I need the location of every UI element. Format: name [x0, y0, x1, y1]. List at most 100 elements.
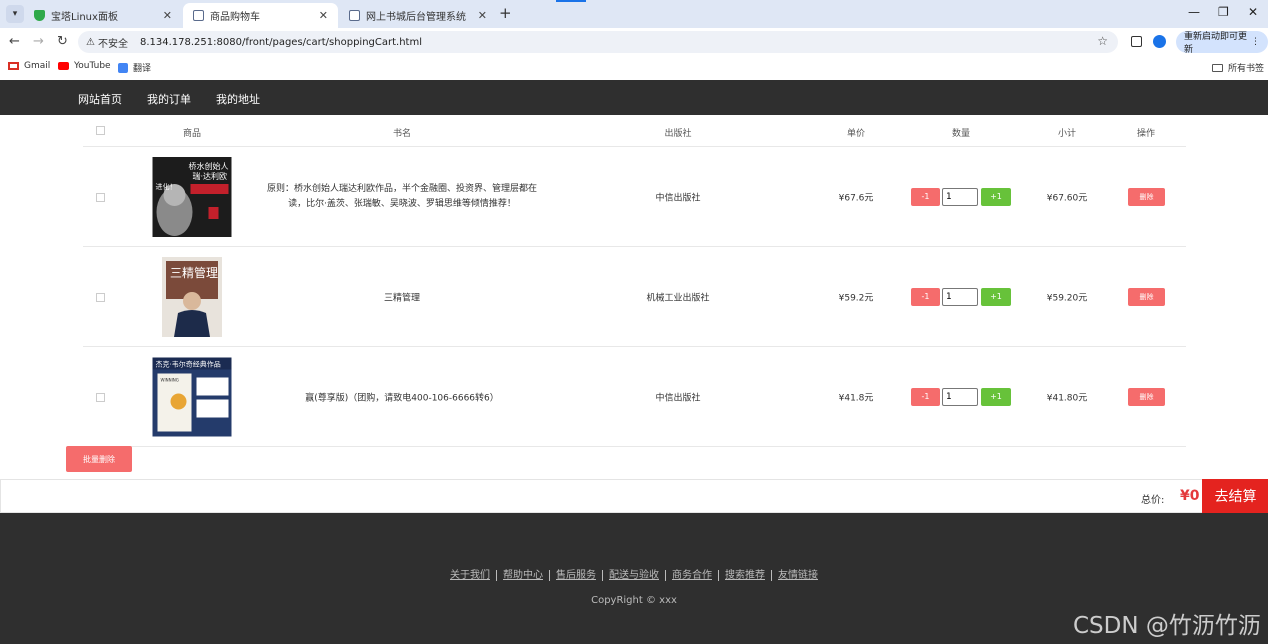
- item-price: ¥67.6元: [838, 193, 874, 203]
- forward-arrow-icon[interactable]: →: [33, 34, 44, 49]
- item-publisher: 机械工业出版社: [646, 293, 710, 303]
- tab-title: 商品购物车: [210, 12, 260, 23]
- side-panel-icon[interactable]: [1131, 36, 1142, 47]
- folder-icon: [1212, 63, 1223, 72]
- quantity-input[interactable]: [942, 287, 978, 306]
- book-cover-sanjing: 三精管理: [162, 256, 222, 337]
- browser-tab-bar: ▾ 宝塔Linux面板 ✕ 商品购物车 ✕ 网上书城后台管理系统 ✕ + — ❐…: [0, 0, 1268, 28]
- footer-link-about[interactable]: 关于我们: [444, 570, 496, 581]
- cover-title: 三精管理: [170, 265, 218, 280]
- item-price: ¥59.2元: [838, 293, 874, 303]
- header-publisher: 出版社: [664, 129, 692, 139]
- decrease-quantity-button[interactable]: -1: [911, 187, 940, 206]
- youtube-icon: [58, 62, 69, 70]
- nav-orders-link[interactable]: 我的订单: [147, 91, 191, 107]
- new-tab-button[interactable]: +: [499, 4, 512, 22]
- footer-link-search[interactable]: 搜索推荐: [718, 570, 771, 581]
- book-cover-winning: 杰克·韦尔奇经典作品 WINNING: [152, 357, 232, 436]
- batch-delete-button[interactable]: 批量删除: [66, 446, 132, 472]
- delete-item-button[interactable]: 删除: [1128, 187, 1165, 206]
- footer-link-delivery[interactable]: 配送与验收: [602, 570, 665, 581]
- item-title: 三精管理: [383, 293, 421, 303]
- cart-row: 桥水创始人 瑞·达利欧 进化！ 原则：桥水创始人瑞达利欧作品，半个金融圈、投资界…: [83, 147, 1186, 247]
- footer-link-aftersales[interactable]: 售后服务: [549, 570, 602, 581]
- row-checkbox[interactable]: [96, 393, 105, 402]
- header-price: 单价: [846, 129, 866, 139]
- window-close-icon[interactable]: ✕: [1248, 5, 1258, 19]
- page-icon: [349, 10, 360, 21]
- cart-row: 三精管理 三精管理 机械工业出版社 ¥59.2元 -1 +1 ¥59.20元 删…: [83, 247, 1186, 347]
- bookmarks-bar: Gmail YouTube 翻译 所有书签: [0, 56, 1268, 78]
- url-text[interactable]: 8.134.178.251:8080/front/pages/cart/shop…: [140, 37, 422, 48]
- header-subtotal: 小计: [1057, 129, 1077, 139]
- tab-shopping-cart[interactable]: 商品购物车 ✕: [183, 3, 338, 28]
- header-product: 商品: [182, 129, 202, 139]
- total-label: 总价:: [1141, 495, 1165, 506]
- increase-quantity-button[interactable]: +1: [981, 287, 1011, 306]
- all-bookmarks[interactable]: 所有书签: [1212, 61, 1264, 74]
- tab-accent-line: [556, 0, 586, 2]
- minimize-icon[interactable]: —: [1188, 5, 1200, 19]
- total-price: ¥0: [1180, 488, 1200, 504]
- restore-icon[interactable]: ❐: [1218, 5, 1229, 19]
- back-arrow-icon[interactable]: ←: [9, 34, 20, 49]
- profile-avatar-icon[interactable]: [1153, 35, 1166, 48]
- select-all-checkbox[interactable]: [96, 126, 105, 135]
- tab-title: 网上书城后台管理系统: [366, 12, 466, 23]
- bookmark-youtube[interactable]: YouTube: [58, 61, 111, 71]
- close-icon[interactable]: ✕: [478, 9, 487, 22]
- tab-bt-panel[interactable]: 宝塔Linux面板 ✕: [24, 3, 182, 28]
- all-bookmarks-label: 所有书签: [1228, 64, 1265, 74]
- row-checkbox[interactable]: [96, 293, 105, 302]
- header-title: 书名: [392, 129, 412, 139]
- gmail-icon: [8, 62, 19, 70]
- cart-row: 杰克·韦尔奇经典作品 WINNING 赢(尊享版)（团购，请致电400-106-…: [83, 347, 1186, 447]
- address-bar[interactable]: ⚠ 不安全 8.134.178.251:8080/front/pages/car…: [78, 31, 1118, 53]
- item-subtotal: ¥41.80元: [1046, 393, 1088, 403]
- footer-link-friends[interactable]: 友情链接: [771, 570, 824, 581]
- item-price: ¥41.8元: [838, 393, 874, 403]
- book-cover-principles: 桥水创始人 瑞·达利欧 进化！: [152, 156, 232, 237]
- increase-quantity-button[interactable]: +1: [981, 187, 1011, 206]
- decrease-quantity-button[interactable]: -1: [911, 287, 940, 306]
- bookmark-label: Gmail: [24, 61, 51, 71]
- security-label[interactable]: 不安全: [98, 35, 128, 50]
- item-title: 原则：桥水创始人瑞达利欧作品，半个金融圈、投资界、管理层都在读，比尔·盖茨、张瑞…: [266, 183, 537, 209]
- checkout-button[interactable]: 去结算: [1202, 479, 1268, 513]
- close-icon[interactable]: ✕: [163, 9, 172, 22]
- decrease-quantity-button[interactable]: -1: [911, 387, 940, 406]
- cart-table: 商品 书名 出版社 单价 数量 小计 操作 桥水创始人 瑞·达利欧 进化！ 原则…: [83, 115, 1186, 447]
- footer-link-business[interactable]: 商务合作: [665, 570, 718, 581]
- cart-table-header: 商品 书名 出版社 单价 数量 小计 操作: [83, 115, 1186, 147]
- cover-title: 桥水创始人: [189, 161, 229, 171]
- tab-search-button[interactable]: ▾: [6, 5, 24, 23]
- delete-item-button[interactable]: 删除: [1128, 387, 1165, 406]
- row-checkbox[interactable]: [96, 193, 105, 202]
- increase-quantity-button[interactable]: +1: [981, 387, 1011, 406]
- bookmark-star-icon[interactable]: ☆: [1097, 34, 1108, 48]
- nav-address-link[interactable]: 我的地址: [216, 91, 260, 107]
- tab-admin-system[interactable]: 网上书城后台管理系统 ✕: [339, 3, 497, 28]
- bookmark-translate[interactable]: 翻译: [118, 61, 151, 74]
- quantity-input[interactable]: [942, 387, 978, 406]
- item-subtotal: ¥59.20元: [1046, 293, 1088, 303]
- cover-tagline: 进化！: [156, 182, 177, 191]
- relaunch-update-button[interactable]: 重新启动即可更新 ⋮: [1176, 31, 1268, 55]
- bookmark-gmail[interactable]: Gmail: [8, 61, 50, 71]
- site-footer: 关于我们 帮助中心 售后服务 配送与验收 商务合作 搜索推荐 友情链接 Copy…: [0, 513, 1268, 644]
- copyright-text: CopyRight © xxx: [591, 595, 677, 606]
- bookmark-label: YouTube: [74, 61, 111, 71]
- close-icon[interactable]: ✕: [319, 9, 328, 22]
- cover-series: 杰克·韦尔奇经典作品: [156, 359, 221, 368]
- cover-english-title: WINNING: [161, 377, 179, 382]
- bookmark-label: 翻译: [133, 64, 152, 74]
- shield-icon: [34, 10, 45, 21]
- quantity-input[interactable]: [942, 187, 978, 206]
- delete-item-button[interactable]: 删除: [1128, 287, 1165, 306]
- more-vert-icon: ⋮: [1251, 37, 1260, 47]
- site-nav-bar: 网站首页 我的订单 我的地址: [0, 80, 1268, 115]
- reload-icon[interactable]: ↻: [57, 34, 68, 49]
- chevron-down-icon: ▾: [12, 9, 18, 19]
- footer-link-help[interactable]: 帮助中心: [496, 570, 549, 581]
- nav-home-link[interactable]: 网站首页: [78, 91, 122, 107]
